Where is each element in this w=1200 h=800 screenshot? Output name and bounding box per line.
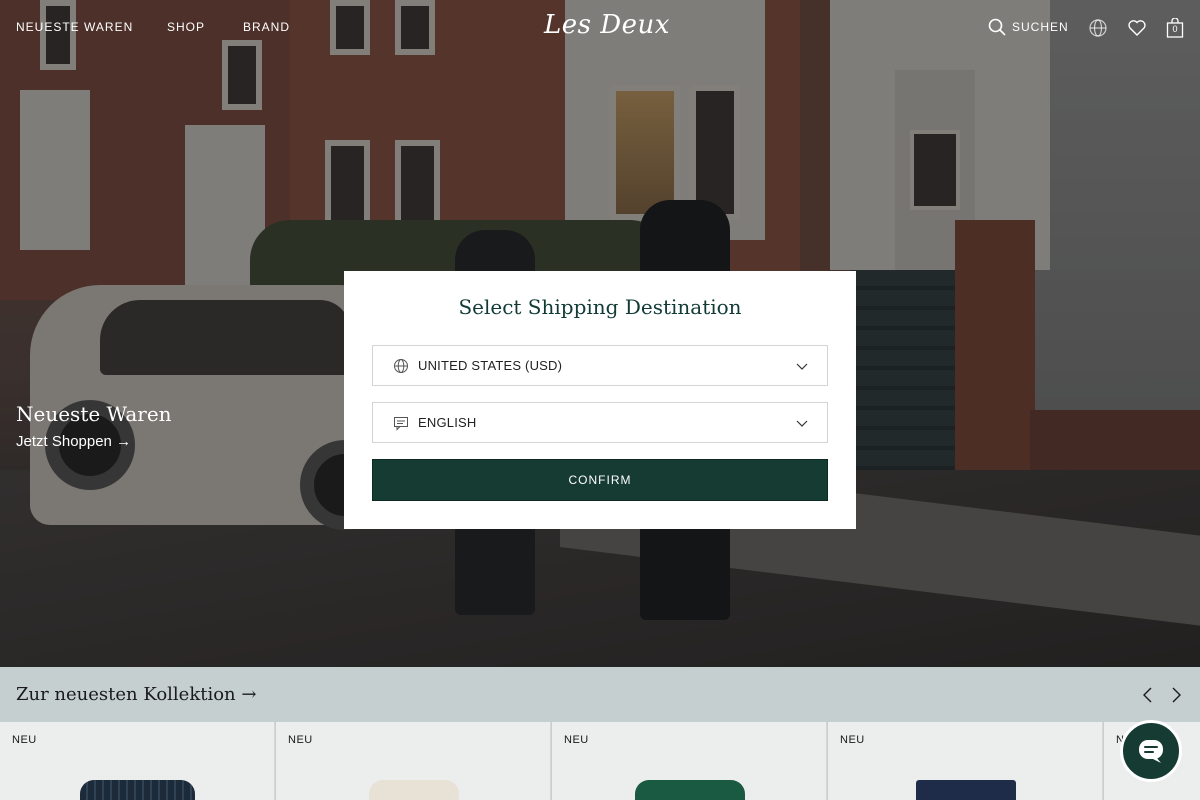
product-carousel: NEU NEU NEU NEU NEU bbox=[0, 722, 1200, 800]
new-badge: NEU bbox=[840, 734, 865, 746]
chevron-left-icon[interactable] bbox=[1138, 685, 1158, 705]
chat-icon bbox=[1139, 740, 1163, 763]
cart-count: 0 bbox=[1172, 24, 1178, 34]
collection-link[interactable]: Zur neuesten Kollektion → bbox=[16, 684, 256, 705]
product-card[interactable]: NEU bbox=[0, 722, 275, 800]
language-select[interactable]: ENGLISH bbox=[372, 402, 828, 443]
hero-title: Neueste Waren bbox=[16, 402, 172, 426]
product-card[interactable]: NEU bbox=[552, 722, 827, 800]
nav-brand[interactable]: BRAND bbox=[243, 20, 290, 34]
product-card[interactable]: NEU bbox=[276, 722, 551, 800]
search-icon bbox=[988, 18, 1006, 36]
globe-icon[interactable] bbox=[1088, 18, 1108, 38]
product-image bbox=[635, 780, 745, 800]
modal-title: Select Shipping Destination bbox=[458, 295, 742, 319]
product-card[interactable]: NEU bbox=[828, 722, 1103, 800]
chevron-down-icon bbox=[796, 363, 808, 370]
nav-shop[interactable]: SHOP bbox=[167, 20, 205, 34]
chevron-right-icon[interactable] bbox=[1166, 685, 1186, 705]
heart-icon[interactable] bbox=[1127, 18, 1147, 38]
globe-icon bbox=[394, 358, 408, 373]
new-badge: NEU bbox=[12, 734, 37, 746]
language-value: ENGLISH bbox=[418, 415, 477, 430]
confirm-button[interactable]: CONFIRM bbox=[372, 459, 828, 501]
product-image bbox=[916, 780, 1016, 800]
search-label: SUCHEN bbox=[1012, 20, 1069, 34]
hero-shop-link[interactable]: Jetzt Shoppen → bbox=[16, 433, 131, 450]
new-badge: NEU bbox=[564, 734, 589, 746]
collection-bar: Zur neuesten Kollektion → bbox=[0, 667, 1200, 722]
shipping-modal: Select Shipping Destination UNITED STATE… bbox=[344, 271, 856, 529]
country-select[interactable]: UNITED STATES (USD) bbox=[372, 345, 828, 386]
product-image bbox=[369, 780, 459, 800]
brand-logo[interactable]: Les Deux bbox=[544, 10, 670, 40]
product-image bbox=[80, 780, 195, 800]
country-value: UNITED STATES (USD) bbox=[418, 358, 563, 373]
search-button[interactable]: SUCHEN bbox=[988, 18, 1069, 36]
new-badge: NEU bbox=[288, 734, 313, 746]
chevron-down-icon bbox=[796, 420, 808, 427]
speech-bubble-icon bbox=[394, 416, 408, 431]
site-header: NEUESTE WAREN SHOP BRAND Les Deux SUCHEN… bbox=[0, 0, 1200, 56]
nav-newest[interactable]: NEUESTE WAREN bbox=[16, 20, 133, 34]
chat-button[interactable] bbox=[1120, 720, 1182, 782]
cart-button[interactable]: 0 bbox=[1166, 17, 1184, 38]
